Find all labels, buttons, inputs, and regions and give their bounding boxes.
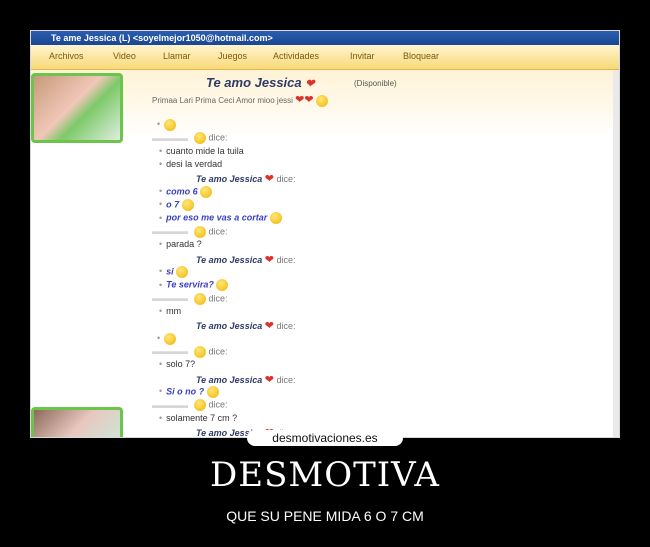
menu-archivos[interactable]: Archivos	[49, 51, 84, 61]
smile-icon	[269, 212, 282, 225]
speaker-header: ▬▬▬▬ dice:	[152, 345, 228, 358]
speaker-header: Te amo Jessica ❤ dice:	[196, 320, 296, 333]
menu-bloquear[interactable]: Bloquear	[403, 51, 439, 61]
chat-message: • mm	[159, 305, 182, 316]
menu-invitar[interactable]: Invitar	[350, 51, 375, 61]
contact-personal-message: Primaa Lari Prima Ceci Amor mioo jessi ❤…	[152, 93, 328, 107]
smile-icon	[181, 199, 194, 212]
smile-icon	[164, 119, 177, 131]
smile-icon	[194, 345, 206, 358]
chat-emoticon: •	[157, 332, 177, 345]
chat-emoticon: •	[157, 119, 177, 131]
heart-icon: ❤	[264, 320, 274, 333]
speaker-header: ▬▬▬▬ dice:	[152, 399, 228, 412]
heart-icon: ❤❤	[295, 94, 314, 106]
chat-message: • Si o no ?	[159, 386, 219, 398]
chat-message: • como 6	[159, 185, 213, 198]
smile-icon	[200, 185, 213, 198]
menu-video[interactable]: Video	[113, 51, 136, 61]
speaker-header: ▬▬▬▬ dice:	[152, 225, 228, 238]
site-watermark: desmotivaciones.es	[247, 430, 403, 446]
chat-message: • desi la verdad	[159, 159, 223, 170]
heart-icon: ❤	[264, 373, 274, 386]
contact-avatar[interactable]	[31, 73, 123, 143]
smile-icon	[164, 332, 177, 345]
menu-llamar[interactable]: Llamar	[163, 51, 191, 61]
user-avatar[interactable]	[31, 407, 123, 437]
speaker-header: ▬▬▬▬ dice:	[152, 132, 228, 145]
heart-icon: ❤	[264, 173, 274, 186]
smile-icon	[194, 132, 206, 145]
chat-message: • solo 7?	[159, 359, 196, 370]
speaker-header: Te amo Jessica ❤ dice:	[196, 373, 296, 386]
speaker-header: Te amo Jessica ❤ dice:	[196, 173, 296, 186]
menu-juegos[interactable]: Juegos	[218, 51, 247, 61]
menu-actividades[interactable]: Actividades	[273, 51, 319, 61]
window-title: Te ame Jessica (L) <soyelmejor1050@hotma…	[31, 31, 619, 45]
smile-icon	[194, 225, 206, 238]
chat-message: • o 7	[159, 199, 194, 212]
chat-message: • Te servira?	[159, 279, 229, 292]
contact-name: Te amo Jessica ❤	[206, 75, 315, 90]
smile-icon	[194, 399, 206, 412]
chat-screenshot: Te ame Jessica (L) <soyelmejor1050@hotma…	[30, 30, 620, 438]
chat-message: • si	[159, 265, 189, 278]
smile-icon	[206, 386, 219, 398]
menu-bar: Archivos Video Llamar Juegos Actividades…	[31, 45, 619, 70]
smile-icon	[216, 279, 229, 292]
caption-title: DESMOTIVA	[210, 455, 440, 495]
contact-status: (Disponible)	[354, 79, 397, 88]
chat-message: • por eso me vas a cortar	[159, 212, 282, 225]
smile-icon	[176, 265, 189, 278]
chat-message: • cuanto mide la tuila	[159, 145, 244, 156]
speaker-header: Te amo Jessica ❤ dice:	[196, 253, 296, 266]
chat-message: • solamente 7 cm ?	[159, 412, 238, 423]
caption-subtitle: QUE SU PENE MIDA 6 O 7 CM	[226, 508, 424, 524]
scrollbar[interactable]	[613, 70, 619, 437]
chat-message: • parada ?	[159, 239, 202, 250]
smile-icon	[315, 94, 328, 107]
smile-icon	[194, 292, 206, 305]
heart-icon: ❤	[305, 78, 315, 90]
heart-icon: ❤	[264, 253, 274, 266]
speaker-header: ▬▬▬▬ dice:	[152, 292, 228, 305]
